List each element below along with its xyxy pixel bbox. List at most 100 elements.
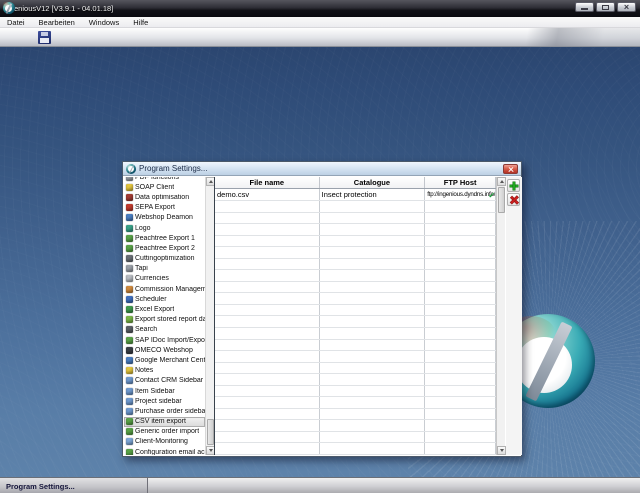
sidebar-item-scheduler[interactable]: Scheduler <box>124 294 205 304</box>
table-row[interactable] <box>215 281 496 294</box>
sidebar-item-item-sidebar[interactable]: Item Sidebar <box>124 386 205 396</box>
table-row[interactable] <box>215 212 496 225</box>
column-header-catalogue[interactable]: Catalogue <box>320 177 426 188</box>
table-row[interactable] <box>215 258 496 271</box>
table-cell <box>215 235 320 247</box>
sidebar-item-commission-management[interactable]: Commission Management <box>124 284 205 294</box>
taskbar-program-settings-button[interactable]: Program Settings... <box>0 478 148 493</box>
close-button[interactable]: × <box>617 2 636 12</box>
sidebar-item-label: SAP IDoc Import/Export <box>135 336 205 344</box>
table-row[interactable] <box>215 443 496 456</box>
column-header-ftp-host[interactable]: FTP Host <box>425 177 496 188</box>
add-row-button[interactable] <box>507 179 520 192</box>
sidebar-item-export-stored-report-data[interactable]: Export stored report data <box>124 315 205 325</box>
sidebar-item-currencies[interactable]: Currencies <box>124 274 205 284</box>
menu-datei[interactable]: Datei <box>0 17 32 28</box>
menu-windows[interactable]: Windows <box>82 17 126 28</box>
table-row[interactable] <box>215 431 496 444</box>
table-row[interactable] <box>215 328 496 340</box>
table-row[interactable] <box>215 420 496 432</box>
scroll-up-button[interactable] <box>497 177 506 186</box>
dialog-titlebar[interactable]: Program Settings... <box>123 162 521 176</box>
sidebar-item-logo[interactable]: Logo <box>124 223 205 233</box>
scroll-down-button[interactable] <box>497 446 506 455</box>
table-row[interactable] <box>215 362 496 375</box>
table-row[interactable] <box>215 408 496 421</box>
sidebar-item-csv-item-export[interactable]: CSV item export <box>124 416 205 427</box>
table-cell <box>215 224 320 235</box>
binoculars-icon <box>126 326 133 334</box>
table-row[interactable] <box>215 351 496 363</box>
sidebar-item-label: Notes <box>135 367 154 375</box>
sidebar-item-search[interactable]: Search <box>124 325 205 335</box>
dialog-close-button[interactable] <box>503 164 518 174</box>
table-row[interactable] <box>215 201 496 213</box>
table-cell <box>425 408 496 420</box>
sidebar-item-excel-export[interactable]: Excel Export <box>124 304 205 314</box>
window-controls: × <box>575 2 636 12</box>
menu-hilfe[interactable]: Hilfe <box>126 17 155 28</box>
scrollbar-thumb[interactable] <box>206 419 214 445</box>
table-row[interactable] <box>215 235 496 248</box>
sidebar-item-generic-order-import[interactable]: Generic order import <box>124 427 205 437</box>
google-icon <box>126 356 133 364</box>
sidebar-item-peachtree-export-2[interactable]: Peachtree Export 2 <box>124 243 205 253</box>
sidebar-item-webshop-deamon[interactable]: Webshop Deamon <box>124 213 205 223</box>
monitor-icon <box>126 438 133 446</box>
table-row[interactable] <box>215 270 496 282</box>
table-row[interactable] <box>215 316 496 329</box>
save-icon[interactable] <box>38 31 51 44</box>
sidebar-item-purchase-order-sidebar[interactable]: Purchase order sidebar <box>124 406 205 416</box>
sidebar-item-sap-idoc-import-export[interactable]: SAP IDoc Import/Export <box>124 335 205 345</box>
sidebar-item-label: SEPA Export <box>135 204 175 212</box>
dialog-title: Program Settings... <box>139 164 208 173</box>
document-icon <box>126 177 133 181</box>
sidebar-item-label: Item Sidebar <box>135 387 175 395</box>
table-row[interactable] <box>215 397 496 409</box>
table-row[interactable] <box>215 304 496 317</box>
table-cell <box>215 281 320 293</box>
arrow-up-icon <box>499 180 504 183</box>
table-row[interactable]: demo.csv Insect protection ftp://ingenious… <box>215 189 496 201</box>
table-cell <box>215 316 320 328</box>
menu-bearbeiten[interactable]: Bearbeiten <box>32 17 82 28</box>
minimize-button[interactable] <box>575 2 594 12</box>
table-row[interactable] <box>215 374 496 386</box>
table-cell <box>425 293 496 304</box>
sidebar-item-tapi[interactable]: Tapi <box>124 264 205 274</box>
soap-client-icon <box>126 183 133 191</box>
table-row[interactable] <box>215 385 496 398</box>
table-scrollbar[interactable] <box>496 177 506 455</box>
dialog-icon <box>126 164 136 174</box>
table-cell <box>320 304 426 316</box>
table-cell <box>215 293 320 304</box>
sidebar-item-peachtree-export-1[interactable]: Peachtree Export 1 <box>124 233 205 243</box>
sidebar-item-contact-crm-sidebar[interactable]: Contact CRM Sidebar <box>124 376 205 386</box>
table-row[interactable] <box>215 224 496 236</box>
sidebar-item-label: SOAP Client <box>135 183 175 191</box>
sidebar-item-configuration-email-account[interactable]: Configuration email account <box>124 447 205 455</box>
sidebar-item-google-merchant-center[interactable]: Google Merchant Center <box>124 355 205 365</box>
sidebar-item-notes[interactable]: Notes <box>124 366 205 376</box>
sidebar-item-data-optimisation[interactable]: Data optimisation <box>124 192 205 202</box>
sidebar-item-client-monitoring[interactable]: Client-Monitoring <box>124 437 205 447</box>
table-row[interactable] <box>215 247 496 259</box>
table-cell <box>320 293 426 304</box>
table-row[interactable] <box>215 293 496 305</box>
table-action-buttons <box>506 177 522 455</box>
delete-row-button[interactable] <box>507 193 520 206</box>
scrollbar-thumb[interactable] <box>497 187 505 213</box>
sidebar-item-project-sidebar[interactable]: Project sidebar <box>124 396 205 406</box>
restore-button[interactable] <box>596 2 615 12</box>
sidebar-item-omeco-webshop[interactable]: OMECO Webshop <box>124 345 205 355</box>
sidebar-item-cuttingoptimization[interactable]: Cuttingoptimization <box>124 254 205 264</box>
table-cell <box>215 258 320 270</box>
arrow-up-icon <box>208 180 213 183</box>
table-cell <box>425 247 496 258</box>
table-row[interactable] <box>215 339 496 352</box>
sidebar-scrollbar[interactable] <box>205 177 215 455</box>
table-cell <box>425 235 496 247</box>
column-header-file-name[interactable]: File name <box>215 177 320 188</box>
sidebar-item-sepa-export[interactable]: SEPA Export <box>124 203 205 213</box>
sidebar-item-soap-client[interactable]: SOAP Client <box>124 182 205 192</box>
